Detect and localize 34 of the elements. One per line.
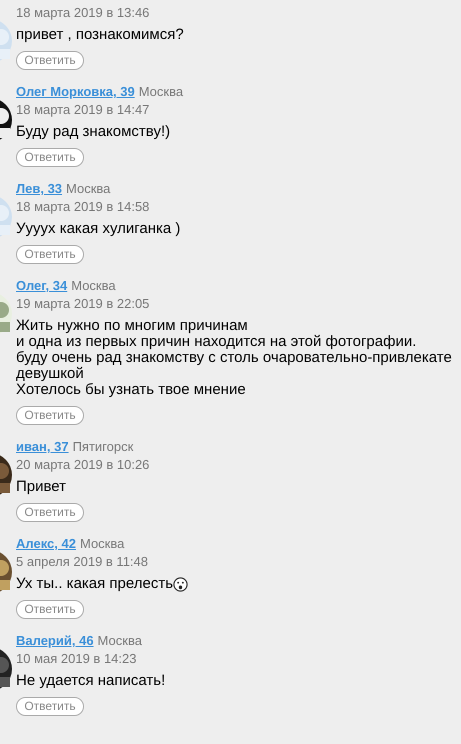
comment-text: Не удается написать! xyxy=(16,673,166,689)
author-city: Москва xyxy=(80,536,124,551)
comment-date: 18 марта 2019 в 14:58 xyxy=(16,199,150,215)
comment-date: 19 марта 2019 в 22:05 xyxy=(16,296,150,312)
comment-text: привет , познакомимся? xyxy=(16,27,184,43)
reply-button[interactable]: Ответить xyxy=(16,600,84,619)
author-city: Пятигорск xyxy=(72,439,134,454)
author-link[interactable]: Олег Морковка, 39 xyxy=(16,84,135,99)
comment-text: Ух ты.. какая прелесть xyxy=(16,576,174,592)
reply-button[interactable]: Ответить xyxy=(16,245,84,264)
reply-button[interactable]: Ответить xyxy=(16,148,84,167)
comment-date: 18 марта 2019 в 13:46 xyxy=(16,5,150,21)
comment-date: 20 марта 2019 в 10:26 xyxy=(16,457,150,473)
comment-date: 10 мая 2019 в 14:23 xyxy=(16,651,138,667)
reply-button[interactable]: Ответить xyxy=(16,503,84,522)
comment-text: Уууух какая хулиганка ) xyxy=(16,221,180,237)
reply-button[interactable]: Ответить xyxy=(16,697,84,716)
author-link[interactable]: Олег, 34 xyxy=(16,278,68,293)
author-city: Москва xyxy=(71,278,116,293)
surprised-emoji-icon xyxy=(173,576,188,592)
author-city: Москва xyxy=(98,633,142,648)
author-link[interactable]: Валерий, 46 xyxy=(16,633,94,648)
reply-button[interactable]: Ответить xyxy=(16,51,84,70)
comment-text: Привет xyxy=(16,479,66,495)
comment-date: 5 апреля 2019 в 11:48 xyxy=(16,554,149,570)
author-city: Москва xyxy=(138,84,184,99)
comment-date: 18 марта 2019 в 14:47 xyxy=(16,102,150,118)
comment-text: Буду рад знакомству!) xyxy=(16,124,170,140)
author-link[interactable]: Лев, 33 xyxy=(16,181,62,196)
author-link[interactable]: Алекс, 42 xyxy=(16,536,76,551)
reply-button[interactable]: Ответить xyxy=(16,406,84,425)
author-city: Москва xyxy=(66,181,110,196)
author-link[interactable]: иван, 37 xyxy=(16,439,69,454)
comment-text: Жить нужно по многим причинам и одна из первых причин находится на этой фотографии. буду очень рад знакомству с столь очаровательно-привлекате девушкой Хотелось бы узнать твое мнение xyxy=(16,318,452,398)
